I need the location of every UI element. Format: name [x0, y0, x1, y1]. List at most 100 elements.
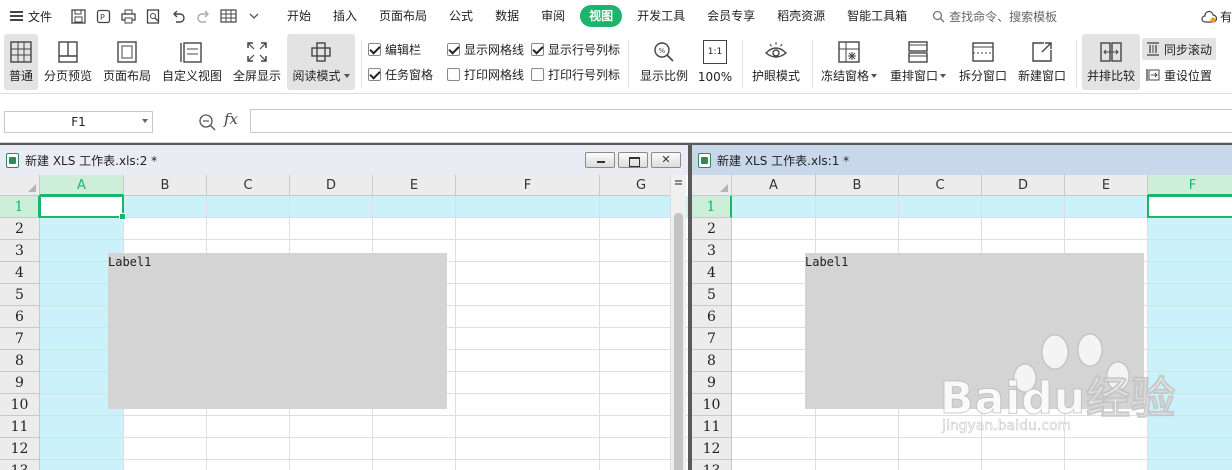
- page-break-preview-button[interactable]: 分页预览: [42, 34, 94, 90]
- column-header-e[interactable]: E: [1065, 175, 1148, 196]
- tab-insert[interactable]: 插入: [322, 5, 368, 27]
- row-header-8[interactable]: 8: [0, 350, 40, 372]
- tab-developer[interactable]: 开发工具: [626, 5, 696, 27]
- restore-icon[interactable]: [618, 152, 648, 168]
- column-header-b[interactable]: B: [816, 175, 899, 196]
- zoom-formula-icon[interactable]: [198, 113, 216, 131]
- tab-review[interactable]: 审阅: [530, 5, 576, 27]
- row-header-7[interactable]: 7: [692, 328, 732, 350]
- tab-page-layout[interactable]: 页面布局: [368, 5, 438, 27]
- fx-insert-function-icon[interactable]: fx: [224, 110, 238, 128]
- row-header-10[interactable]: 10: [692, 394, 732, 416]
- row-header-13[interactable]: 13: [692, 460, 732, 470]
- column-header-c[interactable]: C: [207, 175, 290, 196]
- column-header-a[interactable]: A: [40, 175, 124, 196]
- file-menu[interactable]: 文件: [0, 8, 62, 25]
- row-header-9[interactable]: 9: [0, 372, 40, 394]
- dropdown-arrow-icon[interactable]: [142, 119, 148, 123]
- tab-docer[interactable]: 稻壳资源: [766, 5, 836, 27]
- full-screen-button[interactable]: 全屏显示: [230, 34, 284, 90]
- arrange-windows-button[interactable]: 重排窗口: [886, 34, 950, 90]
- column-header-f[interactable]: F: [1148, 175, 1232, 196]
- undo-icon[interactable]: [170, 8, 187, 25]
- row-header-12[interactable]: 12: [692, 438, 732, 460]
- minimize-icon[interactable]: [585, 152, 615, 168]
- row-header-12[interactable]: 12: [0, 438, 40, 460]
- active-cell[interactable]: [39, 195, 126, 220]
- active-cell[interactable]: [1147, 195, 1232, 218]
- row-header-6[interactable]: 6: [692, 306, 732, 328]
- row-header-9[interactable]: 9: [692, 372, 732, 394]
- eye-protection-button[interactable]: 护眼模式: [748, 34, 804, 90]
- normal-view-button[interactable]: 普通: [4, 34, 38, 90]
- show-gridlines-checkbox[interactable]: 显示网格线: [447, 40, 524, 58]
- freeze-panes-button[interactable]: 冻结窗格: [818, 34, 880, 90]
- column-header-c[interactable]: C: [899, 175, 982, 196]
- row-header-13[interactable]: 13: [0, 460, 40, 470]
- save-icon[interactable]: [70, 8, 87, 25]
- chevron-down-icon[interactable]: [245, 8, 262, 25]
- row-header-1[interactable]: 1: [0, 196, 40, 218]
- cloud-user[interactable]: 有: [1201, 8, 1232, 25]
- zoom-button[interactable]: % 显示比例: [637, 34, 691, 90]
- select-all-corner[interactable]: [692, 175, 732, 196]
- vertical-scrollbar[interactable]: [670, 175, 686, 470]
- formula-input[interactable]: [250, 109, 1232, 133]
- scrollbar-thumb[interactable]: [674, 213, 683, 470]
- column-header-e[interactable]: E: [373, 175, 456, 196]
- column-header-a[interactable]: A: [732, 175, 816, 196]
- tab-member[interactable]: 会员专享: [696, 5, 766, 27]
- tab-view[interactable]: 视图: [580, 5, 623, 27]
- formula-bar-checkbox[interactable]: 编辑栏: [368, 40, 421, 58]
- print-headings-checkbox[interactable]: 打印行号列标: [531, 65, 620, 83]
- reset-position-button[interactable]: 重设位置: [1142, 64, 1216, 86]
- right-window-titlebar[interactable]: 新建 XLS 工作表.xls:1 *: [692, 145, 1232, 175]
- task-pane-checkbox[interactable]: 任务窗格: [368, 65, 433, 83]
- row-header-5[interactable]: 5: [692, 284, 732, 306]
- row-header-4[interactable]: 4: [692, 262, 732, 284]
- row-header-2[interactable]: 2: [0, 218, 40, 240]
- row-header-4[interactable]: 4: [0, 262, 40, 284]
- redo-icon[interactable]: [195, 8, 212, 25]
- print-preview-icon[interactable]: [145, 8, 162, 25]
- tab-data[interactable]: 数据: [484, 5, 530, 27]
- show-headings-checkbox[interactable]: 显示行号列标: [531, 40, 620, 58]
- left-sheet-grid[interactable]: ABCDEFG12345678910111213Label1: [0, 175, 688, 470]
- row-header-3[interactable]: 3: [692, 240, 732, 262]
- print-gridlines-checkbox[interactable]: 打印网格线: [447, 65, 524, 83]
- side-by-side-button[interactable]: 并排比较: [1082, 34, 1140, 90]
- command-search[interactable]: 查找命令、搜索模板: [932, 8, 1057, 25]
- column-header-d[interactable]: D: [290, 175, 373, 196]
- tab-smart-toolbox[interactable]: 智能工具箱: [836, 5, 918, 27]
- left-window-titlebar[interactable]: 新建 XLS 工作表.xls:2 * ✕: [0, 145, 688, 175]
- column-header-f[interactable]: F: [456, 175, 600, 196]
- row-header-3[interactable]: 3: [0, 240, 40, 262]
- row-header-8[interactable]: 8: [692, 350, 732, 372]
- row-header-11[interactable]: 11: [692, 416, 732, 438]
- reading-mode-button[interactable]: 阅读模式: [287, 34, 355, 90]
- select-all-corner[interactable]: [0, 175, 40, 196]
- row-header-2[interactable]: 2: [692, 218, 732, 240]
- sync-scroll-button[interactable]: 同步滚动: [1142, 38, 1217, 60]
- custom-view-button[interactable]: 自定义视图: [160, 34, 224, 90]
- page-layout-view-button[interactable]: 页面布局: [100, 34, 154, 90]
- split-window-button[interactable]: 拆分窗口: [955, 34, 1011, 90]
- tab-home[interactable]: 开始: [276, 5, 322, 27]
- new-window-button[interactable]: 新建窗口: [1014, 34, 1070, 90]
- row-header-1[interactable]: 1: [692, 196, 732, 218]
- export-pdf-icon[interactable]: P: [95, 8, 112, 25]
- print-icon[interactable]: [120, 8, 137, 25]
- close-icon[interactable]: ✕: [651, 152, 681, 168]
- row-header-7[interactable]: 7: [0, 328, 40, 350]
- column-header-b[interactable]: B: [124, 175, 207, 196]
- tab-formulas[interactable]: 公式: [438, 5, 484, 27]
- name-box[interactable]: F1: [4, 111, 153, 133]
- zoom-100-button[interactable]: 1:1 100%: [695, 34, 735, 90]
- table-style-icon[interactable]: [220, 8, 237, 25]
- row-header-11[interactable]: 11: [0, 416, 40, 438]
- row-header-5[interactable]: 5: [0, 284, 40, 306]
- label-control[interactable]: Label1: [108, 253, 447, 409]
- row-header-6[interactable]: 6: [0, 306, 40, 328]
- column-header-d[interactable]: D: [982, 175, 1065, 196]
- row-header-10[interactable]: 10: [0, 394, 40, 416]
